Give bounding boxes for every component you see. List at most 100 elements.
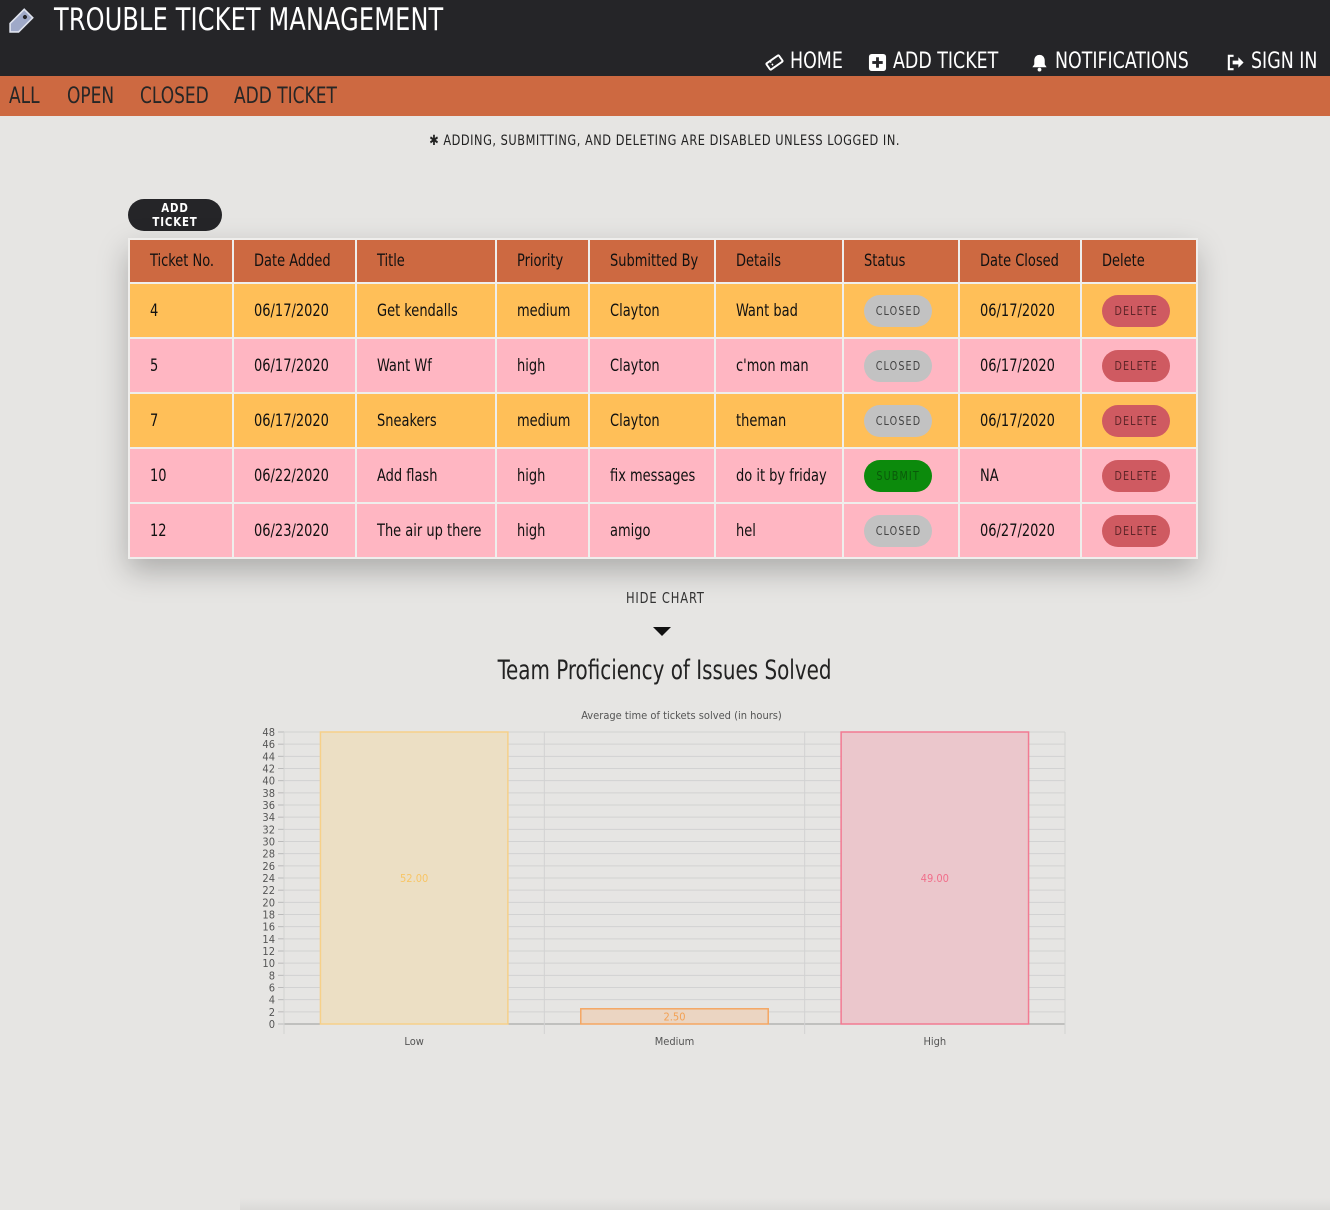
y-tick-label: 8: [269, 969, 275, 982]
nav-add-ticket-label: ADD TICKET: [892, 49, 999, 74]
table-header-row: Ticket No. Date Added Title Priority Sub…: [128, 238, 1198, 284]
col-header-delete[interactable]: Delete: [1080, 238, 1198, 284]
cell-delete: DELETE: [1080, 337, 1198, 394]
status-closed-button[interactable]: CLOSED: [864, 404, 932, 437]
cell-submitted-by: amigo: [588, 502, 716, 559]
cell-details: hel: [714, 502, 844, 559]
col-header-title[interactable]: Title: [355, 238, 497, 284]
y-tick-label: 36: [262, 799, 275, 812]
x-tick-label: Low: [404, 1035, 423, 1048]
delete-button[interactable]: DELETE: [1102, 459, 1170, 492]
y-tick-label: 24: [262, 872, 275, 885]
hide-chart-toggle[interactable]: HIDE CHART: [0, 589, 1330, 607]
cell-date-closed: 06/27/2020: [958, 502, 1082, 559]
x-tick-label: Medium: [655, 1035, 695, 1048]
table-row[interactable]: 4 06/17/2020 Get kendalls medium Clayton…: [128, 282, 1198, 339]
cell-priority: medium: [495, 282, 590, 339]
table-row[interactable]: 12 06/23/2020 The air up there high amig…: [128, 502, 1198, 559]
filter-add-ticket[interactable]: ADD TICKET: [234, 84, 337, 110]
cell-date-added: 06/23/2020: [232, 502, 357, 559]
cell-date-closed: 06/17/2020: [958, 337, 1082, 394]
y-tick-label: 30: [262, 836, 275, 849]
col-header-submitted-by[interactable]: Submitted By: [588, 238, 716, 284]
nav-notifications[interactable]: NOTIFICATIONS: [1030, 48, 1197, 76]
cell-status: CLOSED: [842, 337, 960, 394]
table-row[interactable]: 7 06/17/2020 Sneakers medium Clayton the…: [128, 392, 1198, 449]
y-tick-label: 4: [269, 994, 275, 1007]
cell-priority: high: [495, 337, 590, 394]
cell-date-added: 06/17/2020: [232, 337, 357, 394]
bell-icon: [1032, 54, 1048, 72]
sign-in-icon: [1227, 54, 1244, 70]
delete-button[interactable]: DELETE: [1102, 404, 1170, 437]
cell-priority: high: [495, 502, 590, 559]
col-header-date-added[interactable]: Date Added: [232, 238, 357, 284]
y-tick-label: 12: [262, 945, 275, 958]
cell-title: Add flash: [355, 447, 497, 504]
status-submit-button[interactable]: SUBMIT: [864, 459, 932, 492]
delete-button[interactable]: DELETE: [1102, 514, 1170, 547]
cell-ticket-no: 4: [128, 282, 234, 339]
y-tick-label: 42: [262, 763, 275, 776]
y-tick-label: 38: [262, 787, 275, 800]
y-tick-label: 32: [262, 823, 275, 836]
y-tick-label: 40: [262, 775, 275, 788]
cell-details: c'mon man: [714, 337, 844, 394]
col-header-ticket-no[interactable]: Ticket No.: [128, 238, 234, 284]
col-header-label: Date Added: [254, 251, 331, 271]
x-tick-label: High: [923, 1035, 946, 1048]
col-header-date-closed[interactable]: Date Closed: [958, 238, 1082, 284]
col-header-label: Details: [736, 251, 782, 271]
cell-ticket-no: 7: [128, 392, 234, 449]
col-header-label: Status: [864, 251, 906, 271]
filter-closed[interactable]: CLOSED: [140, 84, 209, 110]
cell-date-closed: 06/17/2020: [958, 282, 1082, 339]
col-header-priority[interactable]: Priority: [495, 238, 590, 284]
cell-status: CLOSED: [842, 502, 960, 559]
table-row[interactable]: 10 06/22/2020 Add flash high fix message…: [128, 447, 1198, 504]
y-tick-label: 28: [262, 848, 275, 861]
cell-date-closed: 06/17/2020: [958, 392, 1082, 449]
nav-sign-in[interactable]: SIGN IN: [1226, 48, 1317, 76]
bar-value-label: 52.00: [400, 872, 428, 885]
delete-button[interactable]: DELETE: [1102, 294, 1170, 327]
filter-open[interactable]: OPEN: [67, 84, 114, 110]
status-closed-button[interactable]: CLOSED: [864, 349, 932, 382]
y-tick-label: 10: [262, 957, 275, 970]
y-tick-label: 18: [262, 909, 275, 922]
cell-title: The air up there: [355, 502, 497, 559]
cell-title: Get kendalls: [355, 282, 497, 339]
tag-icon[interactable]: [4, 6, 36, 38]
y-tick-label: 0: [269, 1018, 275, 1031]
y-tick-label: 6: [269, 982, 275, 995]
caret-down-icon[interactable]: [653, 627, 671, 636]
proficiency-bar-chart: Average time of tickets solved (in hours…: [262, 709, 1066, 1048]
add-ticket-button[interactable]: ADD TICKET: [128, 199, 222, 231]
add-ticket-button-label: ADD TICKET: [152, 201, 198, 229]
cell-title: Want Wf: [355, 337, 497, 394]
app-title[interactable]: TROUBLE TICKET MANAGEMENT: [54, 2, 443, 38]
footer-shadow: [240, 1198, 1330, 1210]
status-closed-button[interactable]: CLOSED: [864, 514, 932, 547]
y-tick-label: 34: [262, 811, 275, 824]
cell-title: Sneakers: [355, 392, 497, 449]
y-tick-label: 20: [262, 896, 275, 909]
cell-details: theman: [714, 392, 844, 449]
top-nav: HOME ADD TICKET NOTIFICATIONS SIGN IN: [737, 48, 1317, 76]
y-tick-label: 26: [262, 860, 275, 873]
col-header-status[interactable]: Status: [842, 238, 960, 284]
delete-button[interactable]: DELETE: [1102, 349, 1170, 382]
chart-title-text: Team Proficiency of Issues Solved: [498, 655, 832, 686]
chart-title: Team Proficiency of Issues Solved: [0, 655, 1330, 686]
nav-add-ticket[interactable]: ADD TICKET: [868, 48, 1003, 76]
cell-delete: DELETE: [1080, 447, 1198, 504]
nav-home[interactable]: HOME: [765, 48, 843, 76]
col-header-label: Title: [377, 251, 405, 271]
cell-submitted-by: Clayton: [588, 337, 716, 394]
status-closed-button[interactable]: CLOSED: [864, 294, 932, 327]
table-row[interactable]: 5 06/17/2020 Want Wf high Clayton c'mon …: [128, 337, 1198, 394]
col-header-details[interactable]: Details: [714, 238, 844, 284]
tickets-table: Ticket No. Date Added Title Priority Sub…: [128, 238, 1198, 559]
bar-value-label: 49.00: [921, 872, 949, 885]
filter-all[interactable]: ALL: [9, 84, 40, 110]
